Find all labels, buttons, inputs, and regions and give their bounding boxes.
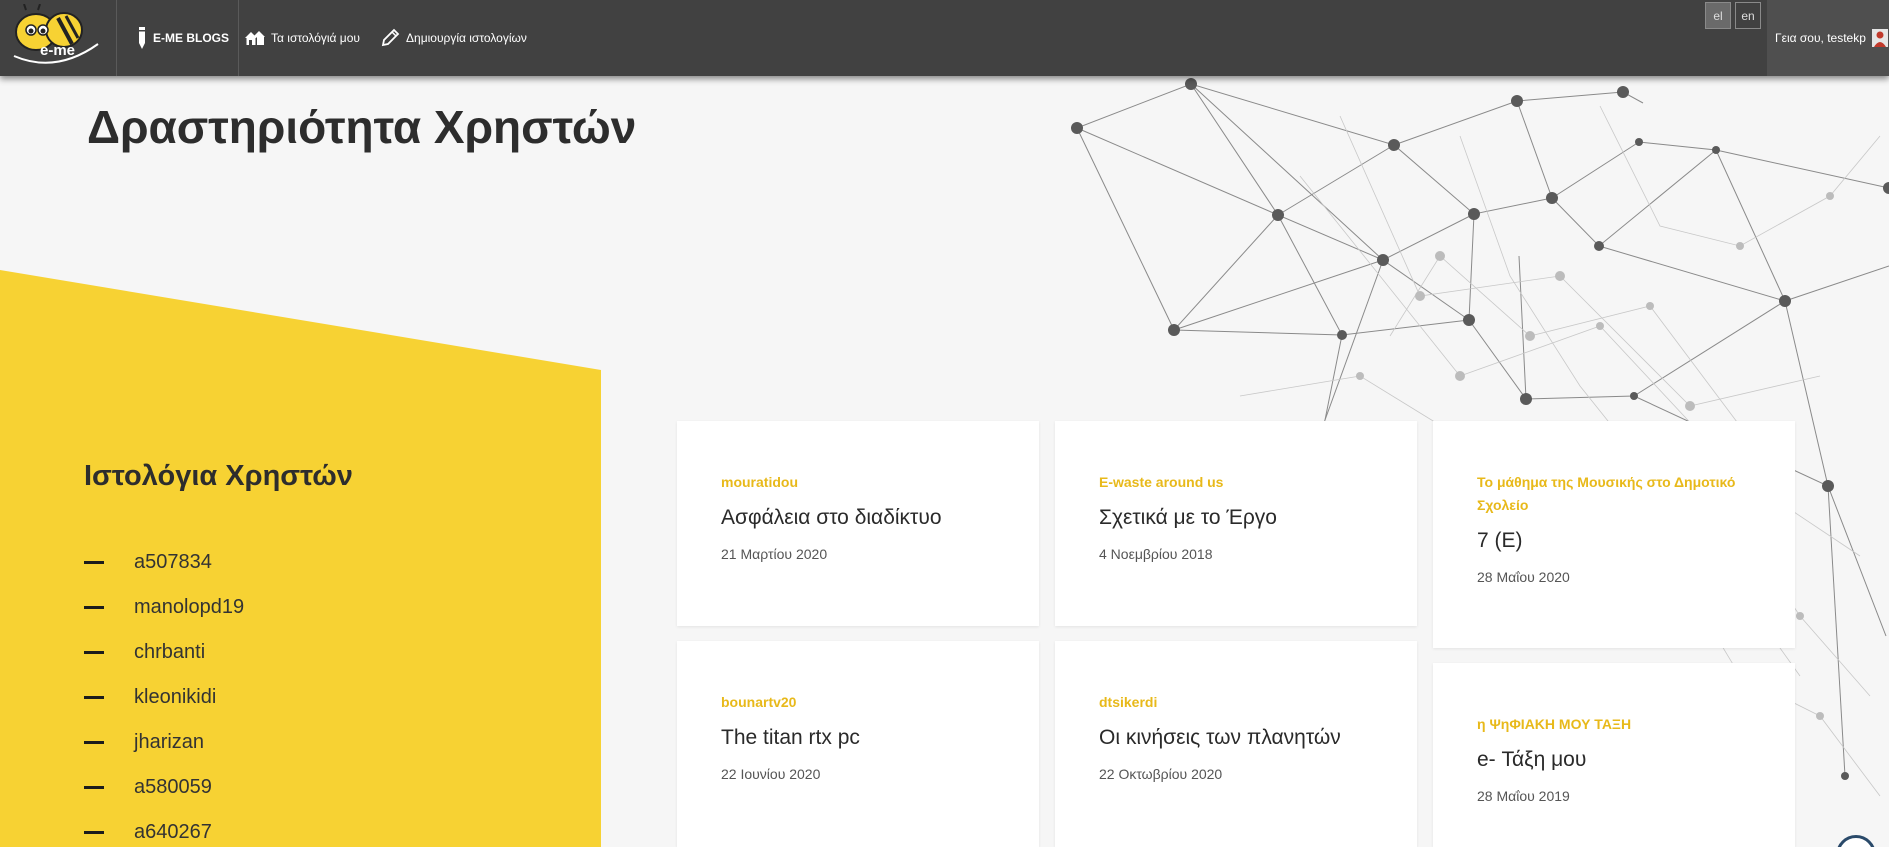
eme-blogs-home-link[interactable]: E-ME BLOGS — [117, 0, 239, 76]
user-name[interactable]: manolopd19 — [134, 596, 244, 619]
user-name[interactable]: a580059 — [134, 776, 212, 799]
card-date: 22 Οκτωβρίου 2020 — [1099, 766, 1223, 782]
blog-post-card[interactable]: Το μάθημα της Μουσικής στο Δημοτικό Σχολ… — [1433, 421, 1795, 648]
user-list-item[interactable]: a580059 — [84, 765, 244, 810]
card-post-title[interactable]: Οι κινήσεις των πλανητών — [1099, 726, 1373, 750]
dash-icon — [84, 786, 104, 789]
blog-post-card[interactable]: bounartv20 The titan rtx pc 22 Ιουνίου 2… — [677, 641, 1039, 847]
blog-post-card[interactable]: E-waste around us Σχετικά με το Έργο 4 Ν… — [1055, 421, 1417, 626]
blog-post-card[interactable]: dtsikerdi Οι κινήσεις των πλανητών 22 Οκ… — [1055, 641, 1417, 847]
user-list-item[interactable]: jharizan — [84, 720, 244, 765]
card-post-title[interactable]: The titan rtx pc — [721, 726, 995, 750]
pencil-icon — [139, 27, 145, 49]
create-blog-link[interactable]: Δημιουργία ιστολογίων — [380, 0, 527, 76]
card-date: 21 Μαρτίου 2020 — [721, 546, 828, 562]
user-list-item[interactable]: a640267 — [84, 810, 244, 847]
dash-icon — [84, 651, 104, 654]
card-post-title[interactable]: 7 (Ε) — [1477, 529, 1751, 553]
top-navigation-bar: e-me E-ME BLOGS Τα ιστολόγιά μου Δημιουρ… — [0, 0, 1889, 76]
user-menu[interactable]: Γεια σου, testekp — [1767, 0, 1889, 76]
avatar-icon — [1871, 29, 1888, 47]
e-me-logo[interactable]: e-me — [0, 0, 117, 76]
user-name[interactable]: chrbanti — [134, 641, 205, 664]
card-blog-name[interactable]: η ΨηΦΙΑΚΗ ΜΟΥ ΤΑΞΗ — [1477, 713, 1751, 736]
blog-post-card[interactable]: η ΨηΦΙΑΚΗ ΜΟΥ ΤΑΞΗ e- Τάξη μου 28 Μαΐου … — [1433, 663, 1795, 847]
language-en-button[interactable]: en — [1735, 2, 1761, 29]
user-name[interactable]: a507834 — [134, 551, 212, 574]
user-list-item[interactable]: kleonikidi — [84, 675, 244, 720]
dash-icon — [84, 696, 104, 699]
users-blogs-heading: Ιστολόγια Χρηστών — [84, 460, 353, 492]
language-el-button[interactable]: el — [1705, 2, 1731, 29]
page-title: Δραστηριότητα Χρηστών — [87, 101, 637, 153]
user-list-item[interactable]: chrbanti — [84, 630, 244, 675]
user-list-item[interactable]: a507834 — [84, 540, 244, 585]
card-date: 28 Μαΐου 2019 — [1477, 788, 1570, 804]
card-blog-name[interactable]: bounartv20 — [721, 691, 995, 714]
houses-icon — [245, 31, 265, 45]
dash-icon — [84, 606, 104, 609]
my-blogs-label: Τα ιστολόγιά μου — [271, 31, 360, 45]
user-blogs-list: a507834 manolopd19 chrbanti kleonikidi j… — [84, 540, 244, 847]
user-list-item[interactable]: manolopd19 — [84, 585, 244, 630]
user-name[interactable]: kleonikidi — [134, 686, 216, 709]
user-greeting: Γεια σου, testekp — [1775, 31, 1866, 45]
blog-post-card[interactable]: mouratidou Ασφάλεια στο διαδίκτυο 21 Μαρ… — [677, 421, 1039, 626]
create-blog-label: Δημιουργία ιστολογίων — [406, 31, 527, 45]
brand-label: E-ME BLOGS — [153, 31, 230, 45]
card-date: 22 Ιουνίου 2020 — [721, 766, 821, 782]
card-blog-name[interactable]: Το μάθημα της Μουσικής στο Δημοτικό Σχολ… — [1477, 471, 1751, 517]
my-blogs-link[interactable]: Τα ιστολόγιά μου — [245, 0, 360, 76]
edit-pencil-icon — [381, 28, 400, 47]
card-post-title[interactable]: Ασφάλεια στο διαδίκτυο — [721, 506, 995, 530]
card-blog-name[interactable]: dtsikerdi — [1099, 691, 1373, 714]
user-name[interactable]: a640267 — [134, 821, 212, 844]
card-post-title[interactable]: Σχετικά με το Έργο — [1099, 506, 1373, 530]
user-name[interactable]: jharizan — [134, 731, 204, 754]
dash-icon — [84, 741, 104, 744]
card-blog-name[interactable]: mouratidou — [721, 471, 995, 494]
card-date: 28 Μαΐου 2020 — [1477, 569, 1570, 585]
logo-text: e-me — [40, 42, 76, 59]
dash-icon — [84, 831, 104, 834]
card-date: 4 Νοεμβρίου 2018 — [1099, 546, 1213, 562]
card-post-title[interactable]: e- Τάξη μου — [1477, 748, 1751, 772]
card-blog-name[interactable]: E-waste around us — [1099, 471, 1373, 494]
dash-icon — [84, 561, 104, 564]
